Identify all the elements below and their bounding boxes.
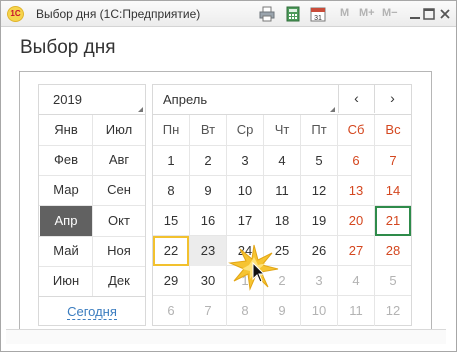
day-cell[interactable]: 30 <box>190 266 226 296</box>
day-cell[interactable]: 20 <box>338 206 374 236</box>
calendar-icon[interactable]: 31 <box>310 6 326 22</box>
month-aug[interactable]: Авг <box>93 145 145 175</box>
day-cell[interactable]: 8 <box>227 296 263 326</box>
day-cell[interactable]: 12 <box>375 296 411 326</box>
day-cell[interactable]: 1 <box>153 146 189 176</box>
day-cell[interactable]: 3 <box>301 266 337 296</box>
month-oct[interactable]: Окт <box>93 206 145 236</box>
day-cell[interactable]: 11 <box>264 176 300 206</box>
dropdown-corner-icon <box>138 107 143 112</box>
app-logo-icon: 1С <box>7 6 24 22</box>
day-cell[interactable]: 4 <box>338 266 374 296</box>
day-cell[interactable]: 29 <box>153 266 189 296</box>
day-cell[interactable]: 16 <box>190 206 226 236</box>
year-value: 2019 <box>53 92 82 107</box>
month-apr[interactable]: Апр <box>40 206 92 236</box>
day-cell[interactable]: 22 <box>153 236 189 266</box>
weekday-label: Ср <box>236 122 254 137</box>
bottom-panel <box>6 329 446 344</box>
day-cell[interactable]: 15 <box>153 206 189 236</box>
next-month-button[interactable]: › <box>374 85 410 113</box>
year-field[interactable]: 2019 <box>39 85 145 115</box>
prev-month-button[interactable]: ‹ <box>338 85 374 113</box>
calculator-icon[interactable] <box>285 6 301 22</box>
day-cell[interactable]: 18 <box>264 206 300 236</box>
month-row-divider <box>39 236 145 237</box>
day-cell[interactable]: 27 <box>338 236 374 266</box>
month-row-divider <box>39 175 145 176</box>
day-cell[interactable]: 4 <box>264 146 300 176</box>
day-cell[interactable]: 14 <box>375 176 411 206</box>
today-link[interactable]: Сегодня <box>38 296 146 326</box>
month-jul[interactable]: Июл <box>93 115 145 145</box>
day-cell[interactable]: 9 <box>264 296 300 326</box>
day-cell[interactable]: 10 <box>227 176 263 206</box>
month-value: Апрель <box>163 92 208 107</box>
day-cell[interactable]: 3 <box>227 146 263 176</box>
close-icon[interactable] <box>437 6 453 22</box>
maximize-icon[interactable] <box>421 6 437 22</box>
memory-button[interactable]: M <box>340 7 349 19</box>
month-row-divider <box>39 266 145 267</box>
day-cell[interactable]: 10 <box>301 296 337 326</box>
memory-minus-button[interactable]: M− <box>382 7 398 19</box>
weekday-label: Вс <box>385 122 401 137</box>
month-sep[interactable]: Сен <box>93 175 145 205</box>
day-cell[interactable]: 8 <box>153 176 189 206</box>
month-jun[interactable]: Июн <box>40 266 92 296</box>
day-cell[interactable]: 23 <box>190 236 226 266</box>
weekday-label: Пн <box>162 122 180 137</box>
month-nov[interactable]: Ноя <box>93 236 145 266</box>
day-cell[interactable]: 5 <box>375 266 411 296</box>
month-mar[interactable]: Мар <box>40 175 92 205</box>
day-cell[interactable]: 12 <box>301 176 337 206</box>
day-cell[interactable]: 6 <box>338 146 374 176</box>
day-cell[interactable]: 2 <box>190 146 226 176</box>
day-cell[interactable]: 9 <box>190 176 226 206</box>
window-title: Выбор дня (1С:Предприятие) <box>36 7 201 21</box>
day-cell[interactable]: 19 <box>301 206 337 236</box>
today-link-label[interactable]: Сегодня <box>67 304 117 320</box>
month-row-divider <box>39 145 145 146</box>
day-cell[interactable]: 11 <box>338 296 374 326</box>
weekday-label: Вт <box>200 122 216 137</box>
day-cell[interactable]: 21 <box>375 206 411 236</box>
title-bar: 1С Выбор дня (1С:Предприятие) 31 M M+ M− <box>1 1 456 27</box>
day-cell[interactable]: 28 <box>375 236 411 266</box>
weekday-label: Чт <box>274 122 290 137</box>
memory-plus-button[interactable]: M+ <box>359 7 375 19</box>
day-cell[interactable]: 13 <box>338 176 374 206</box>
day-cell[interactable]: 17 <box>227 206 263 236</box>
month-feb[interactable]: Фев <box>40 145 92 175</box>
month-jan[interactable]: Янв <box>40 115 92 145</box>
day-cell[interactable]: 7 <box>375 146 411 176</box>
svg-text:31: 31 <box>314 15 322 22</box>
dropdown-corner-icon <box>330 107 335 112</box>
weekday-label: Сб <box>347 122 365 137</box>
weekday-label: Пт <box>311 122 327 137</box>
mouse-cursor-icon <box>228 244 279 291</box>
print-icon[interactable] <box>259 6 275 22</box>
day-cell[interactable]: 26 <box>301 236 337 266</box>
month-may[interactable]: Май <box>40 236 92 266</box>
day-cell[interactable]: 7 <box>190 296 226 326</box>
day-cell[interactable]: 6 <box>153 296 189 326</box>
day-cell[interactable]: 5 <box>301 146 337 176</box>
month-dec[interactable]: Дек <box>93 266 145 296</box>
form-heading: Выбор дня <box>20 37 116 58</box>
month-field[interactable]: Апрель <box>153 85 337 115</box>
month-row-divider <box>39 205 145 206</box>
